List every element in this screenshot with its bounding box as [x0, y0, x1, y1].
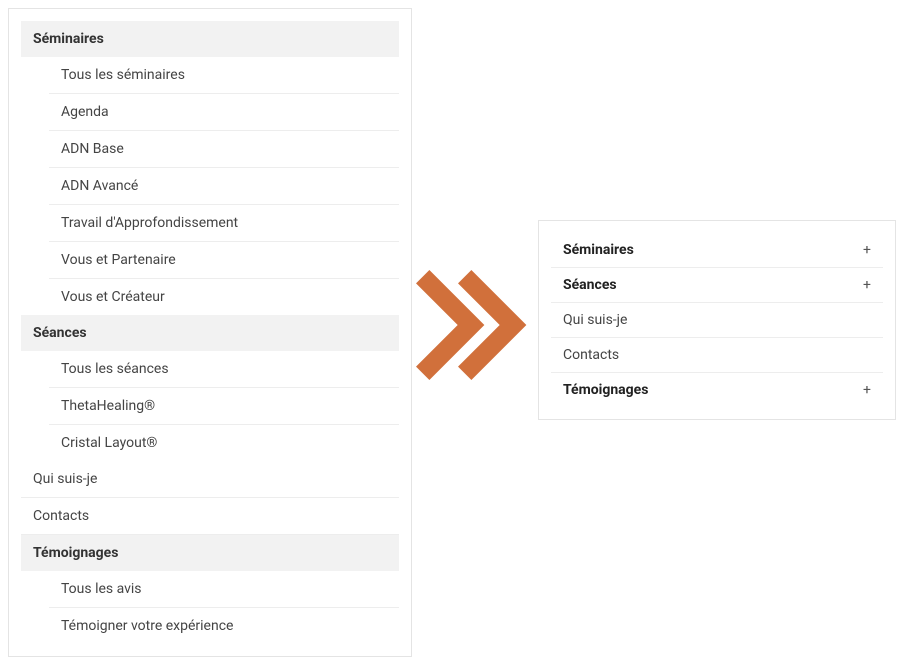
submenu-temoignages: Tous les avis Témoigner votre expérience: [21, 571, 399, 644]
menu-item-adn-base[interactable]: ADN Base: [49, 130, 399, 167]
menu-item-agenda[interactable]: Agenda: [49, 93, 399, 130]
menu-item-travail-approfondissement[interactable]: Travail d'Approfondissement: [49, 204, 399, 241]
expand-icon: +: [863, 277, 871, 293]
section-header-seances[interactable]: Séances: [21, 315, 399, 351]
menu-item-tous-seances[interactable]: Tous les séances: [49, 351, 399, 387]
collapsed-item-temoignages[interactable]: Témoignages +: [551, 373, 883, 407]
menu-item-vous-partenaire[interactable]: Vous et Partenaire: [49, 241, 399, 278]
submenu-seances: Tous les séances ThetaHealing® Cristal L…: [21, 351, 399, 461]
collapsed-label: Séminaires: [563, 242, 634, 258]
collapsed-menu-panel: Séminaires + Séances + Qui suis-je Conta…: [538, 220, 896, 420]
collapsed-item-seminaires[interactable]: Séminaires +: [551, 233, 883, 268]
collapsed-label: Témoignages: [563, 382, 648, 398]
collapsed-item-qui-suis-je[interactable]: Qui suis-je: [551, 303, 883, 338]
menu-item-contacts[interactable]: Contacts: [21, 498, 399, 535]
section-header-seminaires[interactable]: Séminaires: [21, 21, 399, 57]
expanded-menu-panel: Séminaires Tous les séminaires Agenda AD…: [8, 8, 412, 657]
menu-item-vous-createur[interactable]: Vous et Créateur: [49, 278, 399, 315]
menu-item-thetahealing[interactable]: ThetaHealing®: [49, 387, 399, 424]
collapsed-item-contacts[interactable]: Contacts: [551, 338, 883, 373]
menu-item-tous-avis[interactable]: Tous les avis: [49, 571, 399, 607]
menu-item-cristal-layout[interactable]: Cristal Layout®: [49, 424, 399, 461]
menu-item-adn-avance[interactable]: ADN Avancé: [49, 167, 399, 204]
submenu-seminaires: Tous les séminaires Agenda ADN Base ADN …: [21, 57, 399, 315]
collapsed-label: Séances: [563, 277, 617, 293]
collapsed-label: Contacts: [563, 347, 619, 363]
section-header-temoignages[interactable]: Témoignages: [21, 535, 399, 571]
expand-icon: +: [863, 242, 871, 258]
menu-item-tous-seminaires[interactable]: Tous les séminaires: [49, 57, 399, 93]
collapsed-label: Qui suis-je: [563, 312, 627, 328]
collapsed-item-seances[interactable]: Séances +: [551, 268, 883, 303]
expand-icon: +: [863, 382, 871, 398]
menu-item-qui-suis-je[interactable]: Qui suis-je: [21, 461, 399, 498]
double-chevron-right-icon: [408, 262, 534, 388]
menu-item-temoigner-experience[interactable]: Témoigner votre expérience: [49, 607, 399, 644]
